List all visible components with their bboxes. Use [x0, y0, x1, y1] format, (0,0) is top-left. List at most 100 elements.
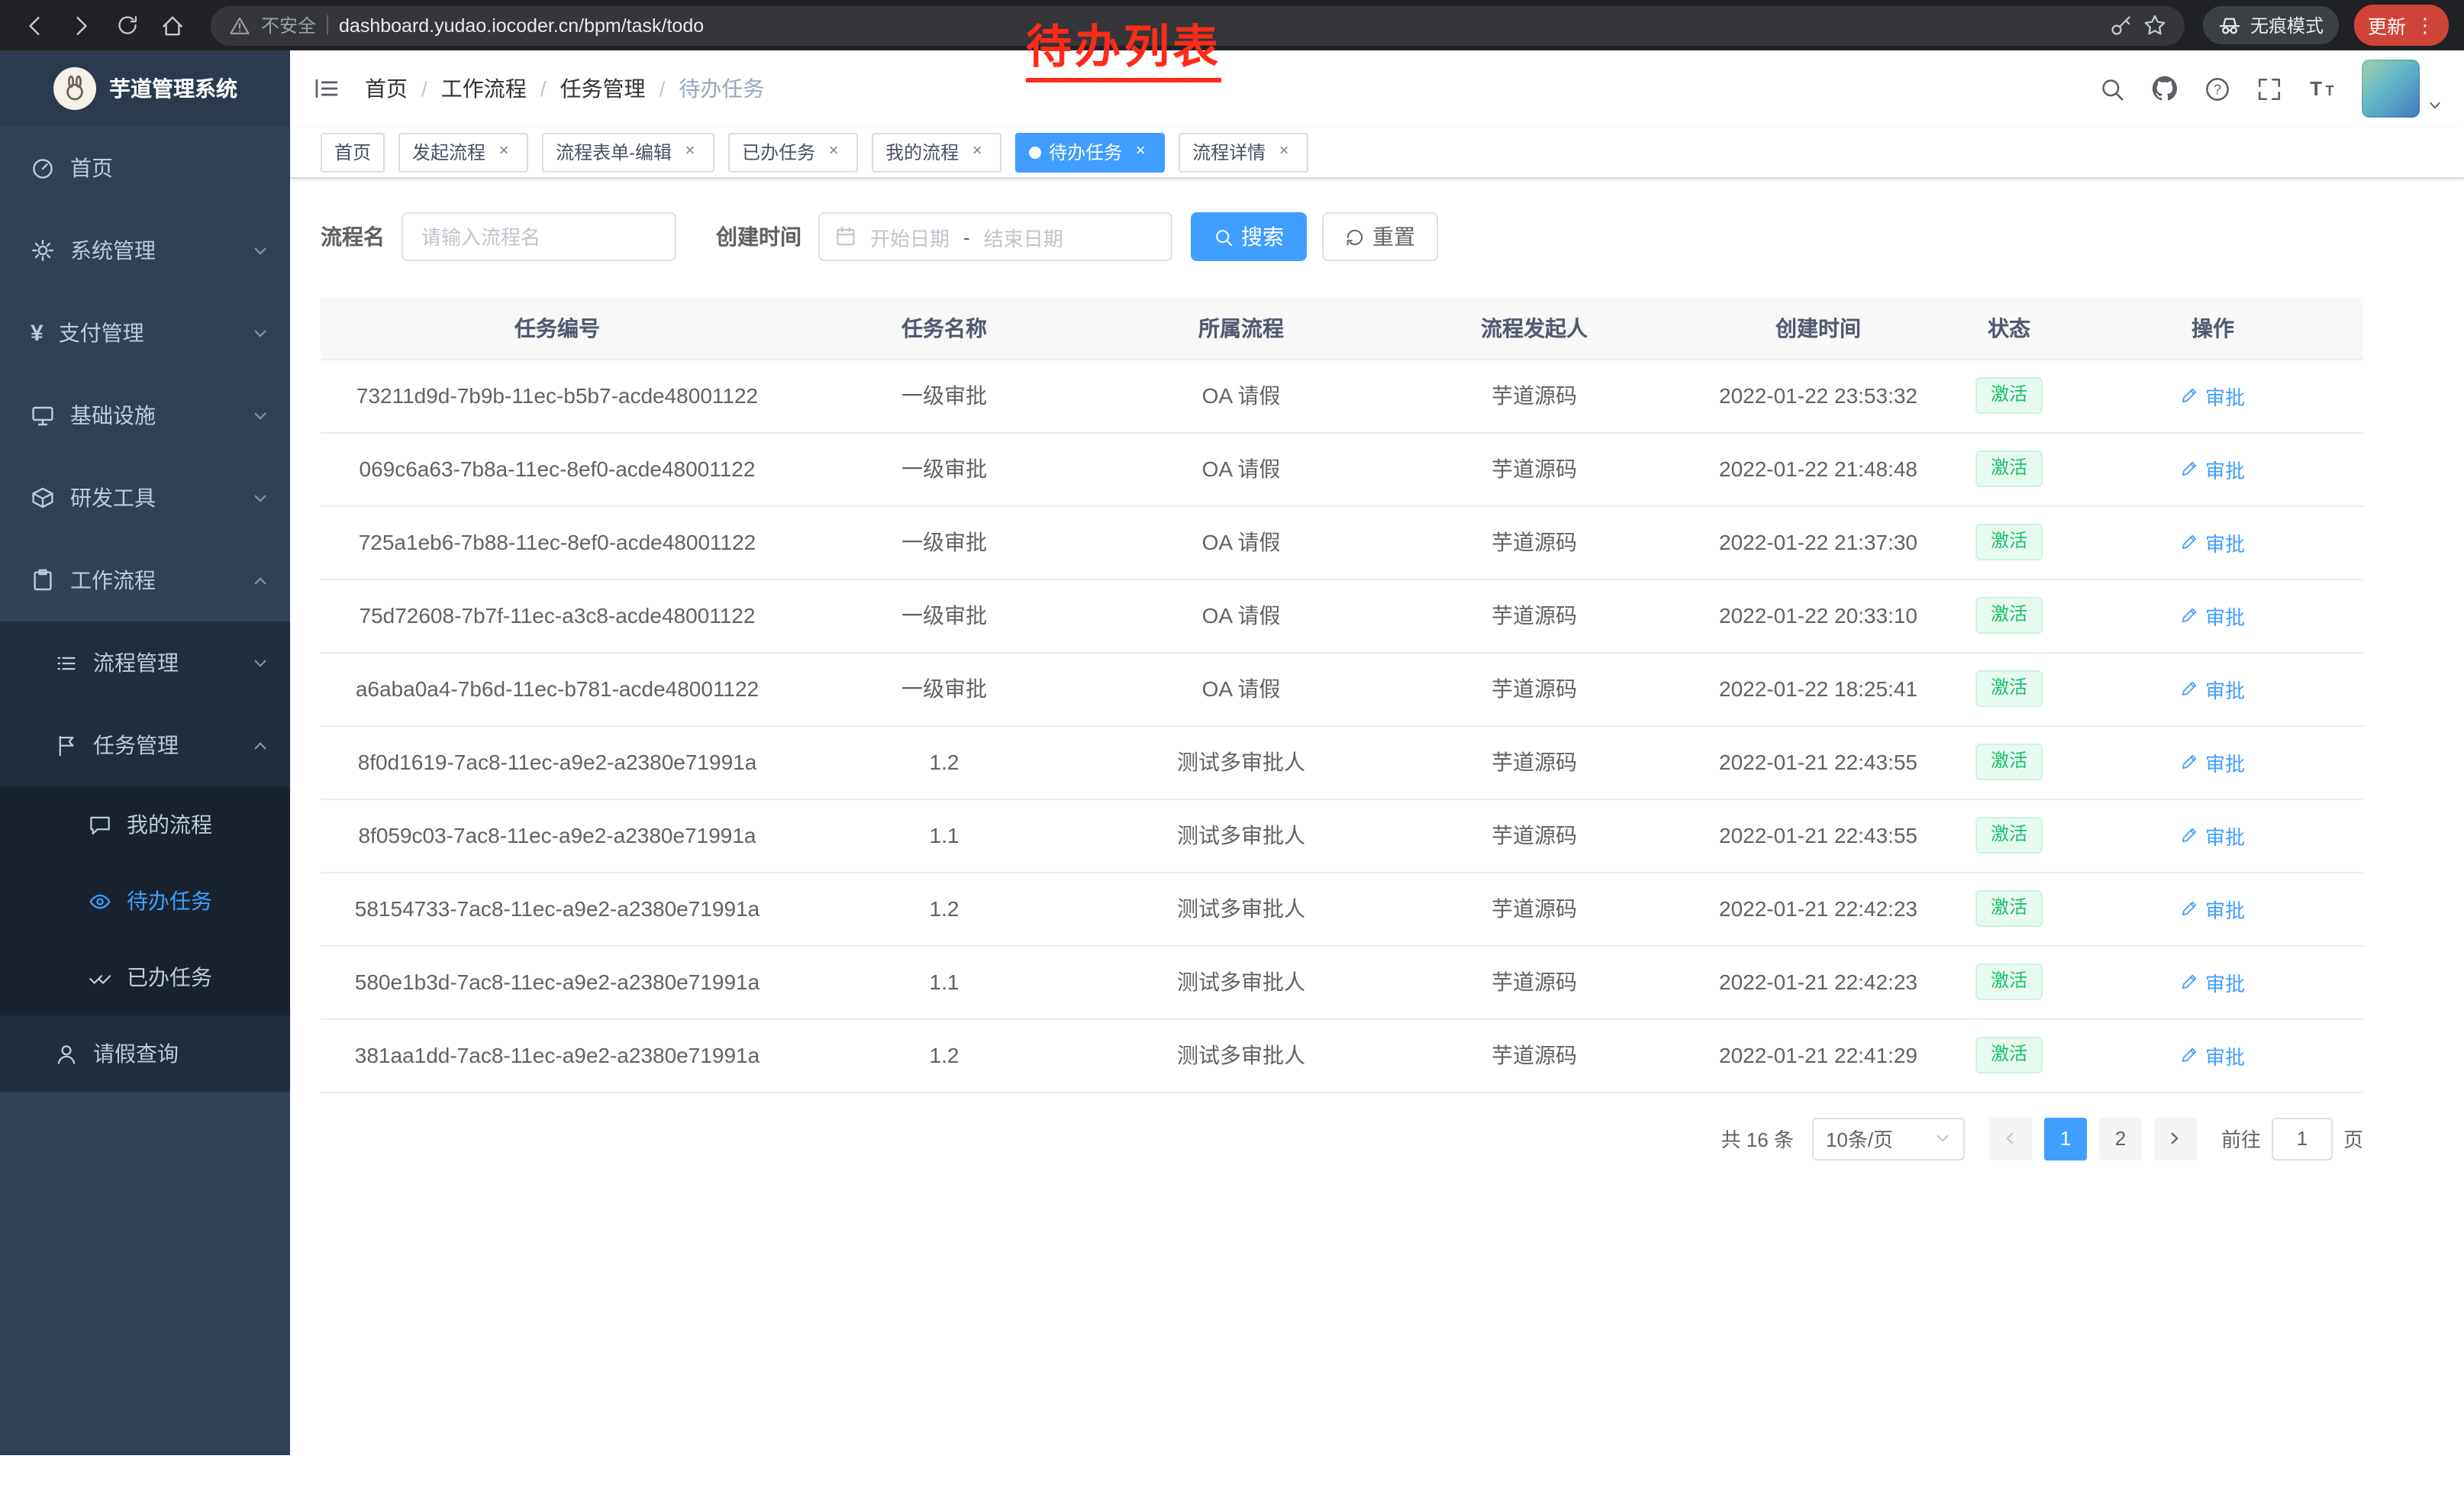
page-button-2[interactable]: 2: [2099, 1117, 2142, 1160]
tab-home[interactable]: 首页: [321, 132, 385, 172]
close-icon[interactable]: [966, 141, 988, 163]
tab-start-process[interactable]: 发起流程: [398, 132, 528, 172]
approve-link[interactable]: 审批: [2181, 747, 2245, 776]
sidebar-item-process-mgmt[interactable]: 流程管理: [0, 621, 290, 704]
cell-task-id: 580e1b3d-7ac8-11ec-a9e2-a2380e71991a: [321, 945, 794, 1018]
approve-link[interactable]: 审批: [2181, 894, 2245, 923]
breadcrumb-current: 待办任务: [679, 73, 764, 104]
sidebar-item-infra[interactable]: 基础设施: [0, 374, 290, 457]
cell-task-name: 1.2: [794, 725, 1095, 799]
search-button[interactable]: [2099, 76, 2125, 102]
status-badge: 激活: [1975, 964, 2043, 999]
breadcrumb-item[interactable]: 首页: [365, 73, 408, 104]
cell-task-name: 1.2: [794, 1018, 1095, 1092]
sidebar-item-todo-task[interactable]: 待办任务: [0, 863, 290, 939]
browser-forward-button[interactable]: [61, 5, 101, 45]
approve-link[interactable]: 审批: [2181, 601, 2245, 630]
cell-status: 激活: [1956, 652, 2062, 725]
cell-process: 测试多审批人: [1095, 799, 1388, 872]
start-date-placeholder[interactable]: 开始日期: [870, 222, 950, 251]
font-size-button[interactable]: [2308, 75, 2336, 102]
cell-task-id: 069c6a63-7b8a-11ec-8ef0-acde48001122: [321, 432, 794, 505]
close-icon[interactable]: [493, 141, 514, 163]
next-page-button[interactable]: [2154, 1117, 2197, 1160]
prev-page-button[interactable]: [1989, 1117, 2032, 1160]
approve-link[interactable]: 审批: [2181, 528, 2245, 557]
approve-link[interactable]: 审批: [2181, 454, 2245, 483]
close-icon[interactable]: [1130, 141, 1151, 163]
todo-task-table: 任务编号 任务名称 所属流程 流程发起人 创建时间 状态 操作: [321, 298, 2363, 1093]
hamburger-button[interactable]: [313, 75, 340, 102]
status-badge: 激活: [1975, 670, 2043, 706]
search-submit-button[interactable]: 搜索: [1191, 212, 1307, 261]
cell-task-name: 1.1: [794, 945, 1095, 1018]
cell-task-id: 381aa1dd-7ac8-11ec-a9e2-a2380e71991a: [321, 1018, 794, 1092]
sidebar-item-home[interactable]: 首页: [0, 127, 290, 209]
sidebar-item-workflow[interactable]: 工作流程: [0, 539, 290, 621]
sidebar-item-leave-query[interactable]: 请假查询: [0, 1015, 290, 1092]
approve-link[interactable]: 审批: [2181, 821, 2245, 850]
sidebar-item-devtools[interactable]: 研发工具: [0, 457, 290, 539]
edit-pencil-icon: [2181, 606, 2199, 625]
tab-process-detail[interactable]: 流程详情: [1179, 132, 1308, 172]
menu-dots-icon[interactable]: [2415, 15, 2435, 36]
browser-home-button[interactable]: [153, 5, 192, 45]
chevron-down-icon: [252, 242, 269, 259]
cell-actions: 审批: [2062, 505, 2363, 579]
browser-chrome: 不安全 dashboard.yudao.iocoder.cn/bpm/task/…: [0, 0, 2464, 50]
breadcrumb-item[interactable]: 任务管理: [560, 73, 646, 104]
avatar[interactable]: [2362, 60, 2420, 118]
goto-page-input[interactable]: [2272, 1117, 2333, 1160]
sidebar-item-payment[interactable]: ¥ 支付管理: [0, 292, 290, 374]
approve-link[interactable]: 审批: [2181, 1041, 2245, 1070]
table-row: 73211d9d-7b9b-11ec-b5b7-acde48001122 一级审…: [321, 359, 2363, 432]
edit-pencil-icon: [2181, 753, 2199, 771]
browser-back-button[interactable]: [15, 5, 55, 45]
close-icon[interactable]: [679, 141, 701, 163]
close-icon[interactable]: [823, 141, 844, 163]
approve-link[interactable]: 审批: [2181, 674, 2245, 703]
approve-link[interactable]: 审批: [2181, 381, 2245, 410]
reset-button[interactable]: 重置: [1322, 212, 1438, 261]
cell-starter: 芋道源码: [1388, 799, 1681, 872]
github-button[interactable]: [2151, 75, 2179, 102]
process-name-input[interactable]: [402, 212, 676, 261]
bookmark-star-icon[interactable]: [2143, 14, 2166, 37]
tab-todo-task[interactable]: 待办任务: [1015, 132, 1165, 172]
help-button[interactable]: [2204, 76, 2230, 102]
update-button[interactable]: 更新: [2354, 5, 2449, 46]
sidebar-item-system[interactable]: 系统管理: [0, 209, 290, 292]
sidebar-item-done-task[interactable]: 已办任务: [0, 939, 290, 1015]
tab-my-process[interactable]: 我的流程: [872, 132, 1001, 172]
fullscreen-button[interactable]: [2256, 76, 2282, 102]
approve-link[interactable]: 审批: [2181, 967, 2245, 996]
breadcrumb-item[interactable]: 工作流程: [441, 73, 527, 104]
table-row: 381aa1dd-7ac8-11ec-a9e2-a2380e71991a 1.2…: [321, 1018, 2363, 1092]
key-icon[interactable]: [2110, 14, 2133, 37]
end-date-placeholder[interactable]: 结束日期: [984, 222, 1063, 251]
page-button-1[interactable]: 1: [2044, 1117, 2087, 1160]
tab-done-task[interactable]: 已办任务: [728, 132, 858, 172]
cell-starter: 芋道源码: [1388, 652, 1681, 725]
cell-starter: 芋道源码: [1388, 945, 1681, 1018]
user-menu[interactable]: [2362, 60, 2443, 118]
monitor-icon: [31, 403, 55, 428]
tab-form-edit[interactable]: 流程表单-编辑: [542, 132, 714, 172]
date-range-picker[interactable]: 开始日期 - 结束日期: [818, 212, 1172, 261]
sidebar-item-my-process[interactable]: 我的流程: [0, 786, 290, 863]
browser-reload-button[interactable]: [107, 5, 147, 45]
close-icon[interactable]: [1273, 141, 1295, 163]
cell-actions: 审批: [2062, 1018, 2363, 1092]
cell-create-time: 2022-01-21 22:43:55: [1681, 725, 1956, 799]
table-row: 75d72608-7b7f-11ec-a3c8-acde48001122 一级审…: [321, 579, 2363, 652]
breadcrumb-separator: /: [421, 76, 427, 101]
sidebar-item-task-mgmt[interactable]: 任务管理: [0, 704, 290, 786]
cell-status: 激活: [1956, 872, 2062, 945]
cell-task-name: 一级审批: [794, 359, 1095, 432]
cell-create-time: 2022-01-21 22:42:23: [1681, 872, 1956, 945]
chevron-down-icon: [1934, 1130, 1951, 1147]
table-row: 580e1b3d-7ac8-11ec-a9e2-a2380e71991a 1.1…: [321, 945, 2363, 1018]
page-size-select[interactable]: 10条/页: [1812, 1117, 1965, 1160]
cell-process: 测试多审批人: [1095, 945, 1388, 1018]
cell-actions: 审批: [2062, 432, 2363, 505]
